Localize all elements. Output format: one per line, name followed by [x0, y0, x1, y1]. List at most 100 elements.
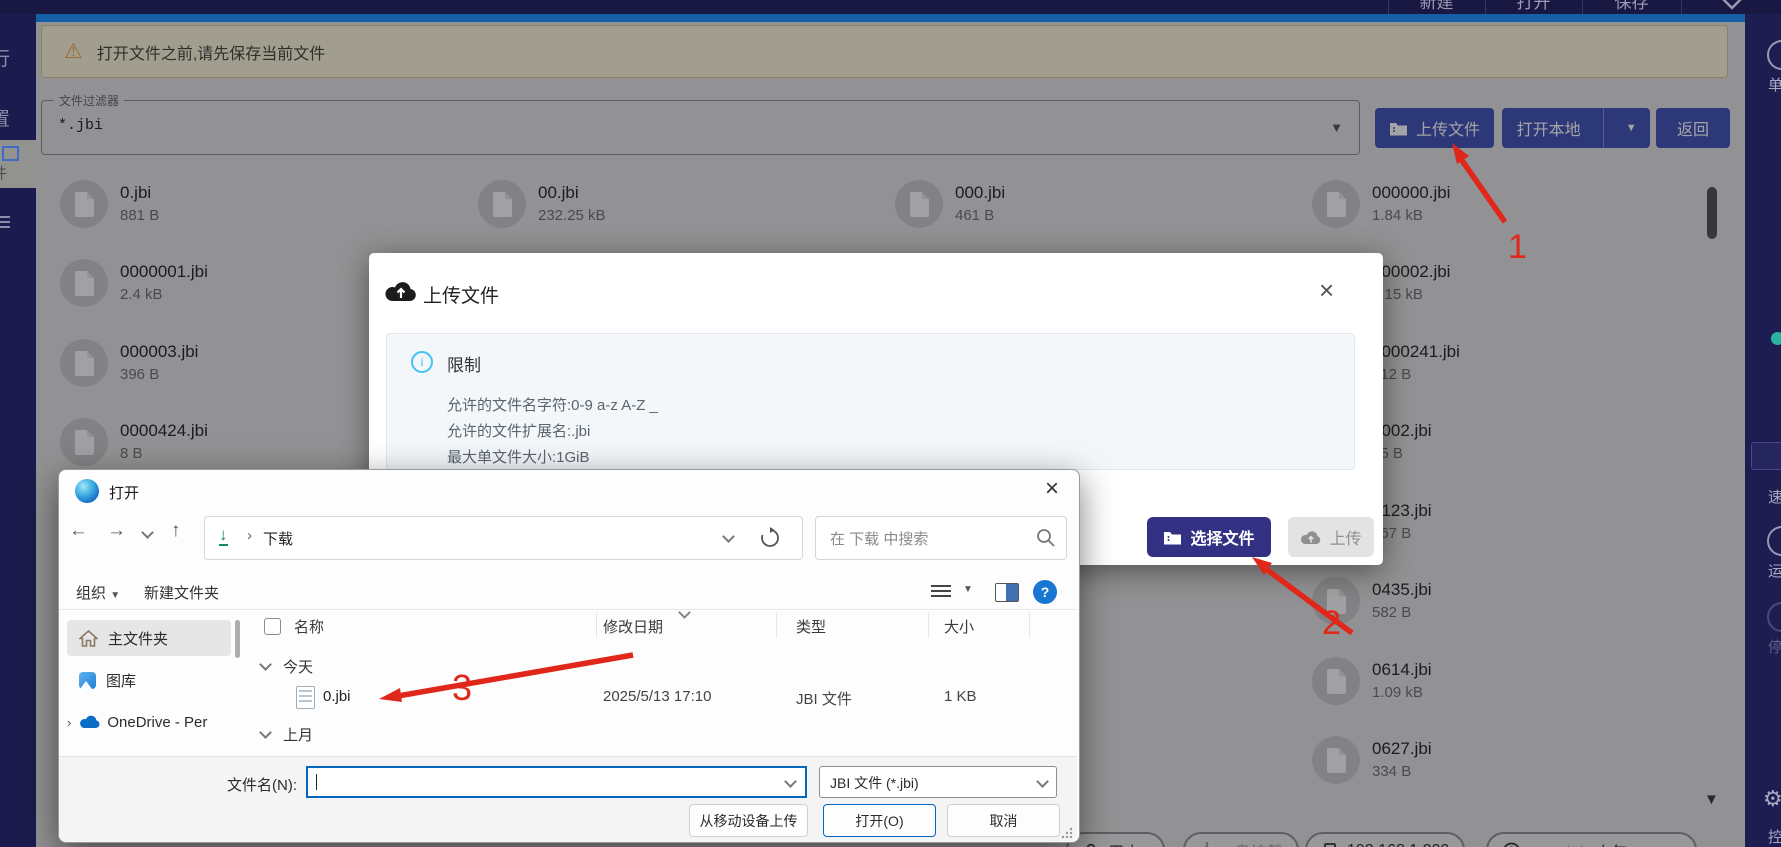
jbi-file-icon: [296, 686, 315, 709]
left-nav-selected-item[interactable]: 件: [0, 140, 36, 188]
resize-grip[interactable]: [1061, 827, 1073, 839]
column-header-type[interactable]: 类型: [796, 616, 826, 637]
sidebar-item-onedrive[interactable]: › OneDrive - Per: [59, 704, 253, 740]
gallery-icon: [79, 672, 96, 689]
close-icon[interactable]: ×: [1045, 476, 1059, 502]
menu-divider: [1681, 0, 1682, 14]
breadcrumb-bar[interactable]: ↓ › 下载: [204, 516, 803, 560]
stop-icon[interactable]: [1767, 602, 1781, 632]
right-nav-label: 速: [1768, 486, 1781, 507]
organize-button[interactable]: 组织 ▼: [76, 582, 120, 603]
upload-button-disabled[interactable]: 上传: [1288, 517, 1374, 557]
sidebar-item-home[interactable]: 主文件夹: [67, 620, 231, 656]
filetype-chevron-icon: [1036, 775, 1049, 788]
edge-browser-icon: [75, 479, 99, 503]
column-divider[interactable]: [1029, 612, 1030, 638]
filename-dropdown-chevron-icon[interactable]: [784, 775, 797, 788]
preview-pane-icon[interactable]: [995, 583, 1019, 602]
group-today-label[interactable]: 今天: [283, 656, 313, 677]
column-header-date[interactable]: 修改日期: [603, 616, 663, 637]
left-nav-fragment[interactable]: 置: [0, 104, 10, 131]
rule-max-size: 最大单文件大小:1GiB: [447, 446, 590, 467]
address-dropdown-chevron-icon[interactable]: [722, 530, 735, 543]
menu-item-new[interactable]: 新建: [1388, 0, 1485, 14]
up-arrow-icon[interactable]: ↑: [171, 520, 181, 542]
breadcrumb-downloads[interactable]: 下载: [263, 528, 293, 549]
refresh-icon[interactable]: [759, 527, 781, 549]
restrictions-title: 限制: [447, 351, 481, 376]
collapse-chevron-icon[interactable]: [1712, 0, 1752, 14]
file-page-icon: [2, 146, 19, 161]
recent-locations-chevron-icon[interactable]: [141, 526, 154, 539]
breadcrumb-separator: ›: [247, 527, 252, 544]
right-nav-label: 停: [1768, 636, 1781, 657]
left-nav-rail: 行 置 件: [0, 14, 36, 847]
menu-item-save[interactable]: 保存: [1582, 0, 1681, 14]
filetype-value: JBI 文件 (*.jbi): [830, 773, 919, 793]
open-button[interactable]: 打开(O): [823, 804, 936, 837]
filetype-select[interactable]: JBI 文件 (*.jbi): [819, 766, 1057, 798]
file-row-date: 2025/5/13 17:10: [603, 688, 711, 705]
back-arrow-icon[interactable]: ←: [69, 520, 88, 542]
right-nav-rail: 单 速 运 停 ⚙ 控: [1745, 14, 1781, 847]
group-last-month-label[interactable]: 上月: [283, 724, 313, 745]
close-icon[interactable]: ×: [1319, 277, 1334, 303]
group-collapse-chevron-icon[interactable]: [259, 658, 272, 671]
right-nav-label: 运: [1768, 560, 1781, 581]
column-divider[interactable]: [776, 612, 777, 638]
onedrive-cloud-icon: [78, 715, 100, 729]
column-divider[interactable]: [596, 612, 597, 638]
home-icon: [79, 630, 98, 647]
sidebar-onedrive-label: OneDrive - Per: [107, 714, 207, 731]
rule-filename-chars: 允许的文件名字符:0-9 a-z A-Z _: [447, 394, 658, 415]
left-nav-fragment[interactable]: 行: [0, 44, 10, 71]
file-row-type: JBI 文件: [796, 688, 852, 709]
folder-icon: [1163, 530, 1182, 545]
single-step-icon[interactable]: [1767, 40, 1781, 70]
toolbar-divider: [59, 609, 1077, 610]
text-caret: [316, 774, 317, 790]
new-folder-button[interactable]: 新建文件夹: [144, 582, 219, 603]
search-box[interactable]: 在 下载 中搜索: [815, 516, 1067, 560]
open-dialog-title: 打开: [109, 482, 139, 503]
left-nav-selected-label: 件: [0, 162, 7, 183]
column-header-size[interactable]: 大小: [944, 616, 974, 637]
forward-arrow-icon[interactable]: →: [107, 520, 126, 542]
file-row-name[interactable]: 0.jbi: [323, 688, 351, 705]
select-all-checkbox[interactable]: [264, 618, 281, 635]
choose-file-button[interactable]: 选择文件: [1147, 517, 1271, 557]
sidebar-scrollbar-thumb[interactable]: [235, 620, 240, 658]
mobile-upload-button[interactable]: 从移动设备上传: [689, 804, 808, 837]
info-icon: i: [411, 351, 433, 373]
right-nav-label: 控: [1768, 826, 1781, 847]
run-icon[interactable]: [1767, 526, 1781, 556]
open-dialog-footer: 文件名(N): JBI 文件 (*.jbi) 从移动设备上传 打开(O) 取消: [59, 756, 1077, 842]
column-divider[interactable]: [928, 612, 929, 638]
cloud-upload-icon: [1300, 530, 1322, 545]
windows-open-dialog: 打开 × ← → ↑ ↓ › 下载 在 下载 中搜索 组织 ▼ 新建文件夹 ▼ …: [58, 469, 1080, 843]
view-dropdown-chevron-icon[interactable]: ▼: [963, 584, 973, 595]
group-collapse-chevron-icon[interactable]: [259, 726, 272, 739]
column-header-name[interactable]: 名称: [294, 616, 324, 637]
help-icon[interactable]: ?: [1033, 580, 1057, 604]
menu-item-open[interactable]: 打开: [1485, 0, 1582, 14]
cloud-upload-icon: [385, 279, 417, 303]
search-icon: [1036, 528, 1056, 548]
upload-dialog-title: 上传文件: [423, 281, 499, 308]
choose-file-label: 选择文件: [1190, 525, 1254, 549]
file-row-size: 1 KB: [944, 688, 977, 705]
restrictions-panel: i 限制 允许的文件名字符:0-9 a-z A-Z _ 允许的文件扩展名:.jb…: [386, 333, 1355, 470]
sidebar-item-gallery[interactable]: 图库: [67, 662, 231, 698]
upload-label: 上传: [1329, 525, 1361, 549]
search-placeholder: 在 下载 中搜索: [830, 528, 928, 549]
expand-chevron-icon[interactable]: ›: [67, 715, 71, 730]
filename-input[interactable]: [306, 766, 807, 798]
filename-label: 文件名(N):: [227, 774, 297, 795]
downloads-folder-icon: ↓: [219, 525, 228, 546]
cancel-button[interactable]: 取消: [947, 804, 1060, 837]
speed-button[interactable]: [1751, 442, 1781, 470]
sidebar-home-label: 主文件夹: [108, 628, 168, 649]
view-list-icon[interactable]: [931, 585, 951, 600]
gear-icon[interactable]: ⚙: [1763, 786, 1781, 812]
hamburger-menu-icon[interactable]: [0, 216, 10, 228]
